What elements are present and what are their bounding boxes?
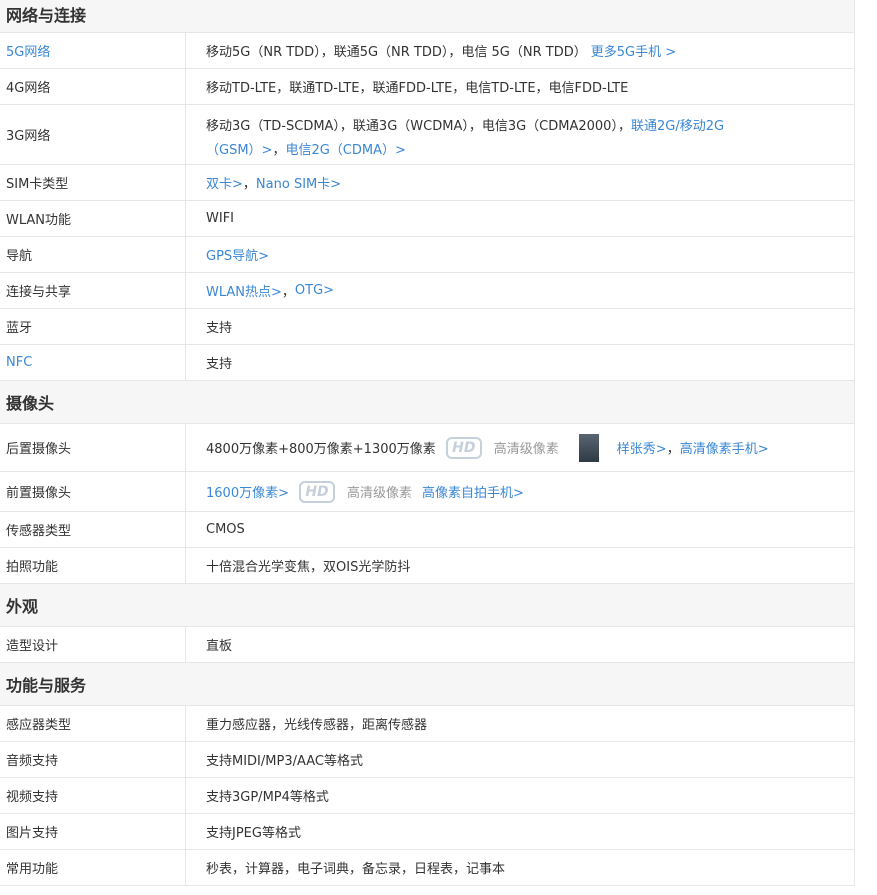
key-5g[interactable]: 5G网络 — [0, 33, 186, 68]
section-appearance: 外观 — [0, 584, 854, 627]
key-3g: 3G网络 — [0, 105, 186, 164]
wlan-hotspot-link[interactable]: WLAN热点> — [206, 281, 282, 300]
key-bt: 蓝牙 — [0, 309, 186, 344]
row-common: 常用功能 秒表，计算器，电子词典，备忘录，日程表，记事本 — [0, 850, 854, 886]
row-audio: 音频支持 支持MIDI/MP3/AAC等格式 — [0, 742, 854, 778]
value-5g: 移动5G（NR TDD），联通5G（NR TDD），电信 5G（NR TDD） — [206, 45, 587, 60]
key-nav: 导航 — [0, 237, 186, 272]
section-title: 功能与服务 — [6, 676, 87, 695]
row-share: 连接与共享 WLAN热点>， OTG> — [0, 273, 854, 309]
value-bt: 支持 — [206, 321, 233, 336]
sample-link[interactable]: 样张秀> — [617, 438, 667, 457]
row-sensors: 感应器类型 重力感应器，光线传感器，距离传感器 — [0, 706, 854, 742]
key-common: 常用功能 — [0, 850, 186, 885]
value-video: 支持3GP/MP4等格式 — [206, 790, 329, 805]
key-design: 造型设计 — [0, 627, 186, 662]
row-photo: 拍照功能 十倍混合光学变焦，双OIS光学防抖 — [0, 548, 854, 584]
value-photo: 十倍混合光学变焦，双OIS光学防抖 — [206, 560, 411, 575]
row-4g: 4G网络 移动TD-LTE，联通TD-LTE，联通FDD-LTE，电信TD-LT… — [0, 69, 854, 105]
value-image: 支持JPEG等格式 — [206, 826, 301, 841]
otg-link[interactable]: OTG> — [295, 283, 334, 298]
row-rear-camera: 后置摄像头 4800万像素+800万像素+1300万像素 HD 高清级像素 样张… — [0, 424, 854, 472]
row-nfc: NFC 支持 — [0, 345, 854, 381]
link-2g-cdma[interactable]: 电信2G（CDMA）> — [285, 143, 405, 158]
hd-icon: HD — [298, 480, 335, 503]
row-sim: SIM卡类型 双卡>， Nano SIM卡> — [0, 165, 854, 201]
hd-icon: HD — [445, 436, 482, 459]
key-photo: 拍照功能 — [0, 548, 186, 583]
value-sensor: CMOS — [206, 522, 245, 537]
key-video: 视频支持 — [0, 778, 186, 813]
spec-table: 网络与连接 5G网络 移动5G（NR TDD），联通5G（NR TDD），电信 … — [0, 0, 855, 886]
key-rear-camera: 后置摄像头 — [0, 424, 186, 471]
front-camera-link[interactable]: 1600万像素> — [206, 482, 289, 501]
key-image: 图片支持 — [0, 814, 186, 849]
row-nav: 导航 GPS导航> — [0, 237, 854, 273]
dual-sim-link[interactable]: 双卡> — [206, 173, 243, 192]
hd-phone-link[interactable]: 高清像素手机> — [680, 438, 769, 457]
key-wlan: WLAN功能 — [0, 201, 186, 236]
key-sensors: 感应器类型 — [0, 706, 186, 741]
row-image: 图片支持 支持JPEG等格式 — [0, 814, 854, 850]
section-title: 摄像头 — [6, 394, 55, 413]
key-share: 连接与共享 — [0, 273, 186, 308]
section-network: 网络与连接 — [0, 0, 854, 33]
section-title: 外观 — [6, 597, 39, 616]
section-title: 网络与连接 — [6, 6, 87, 25]
row-design: 造型设计 直板 — [0, 627, 854, 663]
sample-photo-thumbnail[interactable] — [578, 433, 599, 462]
more-5g-link[interactable]: 更多5G手机 > — [591, 41, 676, 60]
value-3g: 移动3G（TD-SCDMA），联通3G（WCDMA），电信3G（CDMA2000… — [206, 118, 631, 134]
row-3g: 3G网络 移动3G（TD-SCDMA），联通3G（WCDMA），电信3G（CDM… — [0, 105, 854, 165]
row-5g: 5G网络 移动5G（NR TDD），联通5G（NR TDD），电信 5G（NR … — [0, 33, 854, 69]
nano-sim-link[interactable]: Nano SIM卡> — [256, 173, 341, 192]
key-nfc[interactable]: NFC — [0, 345, 186, 380]
key-sim: SIM卡类型 — [0, 165, 186, 200]
key-sensor: 传感器类型 — [0, 512, 186, 547]
value-common: 秒表，计算器，电子词典，备忘录，日程表，记事本 — [206, 862, 506, 877]
value-wlan: WIFI — [206, 211, 234, 226]
hd-label: 高清级像素 — [493, 442, 559, 457]
value-4g: 移动TD-LTE，联通TD-LTE，联通FDD-LTE，电信TD-LTE，电信F… — [206, 81, 629, 96]
key-4g: 4G网络 — [0, 69, 186, 104]
key-front-camera: 前置摄像头 — [0, 472, 186, 511]
hd-label: 高清级像素 — [346, 486, 412, 501]
key-audio: 音频支持 — [0, 742, 186, 777]
value-audio: 支持MIDI/MP3/AAC等格式 — [206, 754, 363, 769]
section-camera: 摄像头 — [0, 381, 854, 424]
row-wlan: WLAN功能 WIFI — [0, 201, 854, 237]
value-design: 直板 — [206, 639, 233, 654]
value-rear-camera: 4800万像素+800万像素+1300万像素 — [206, 442, 436, 457]
selfie-phone-link[interactable]: 高像素自拍手机> — [422, 482, 524, 501]
row-front-camera: 前置摄像头 1600万像素> HD 高清级像素 高像素自拍手机> — [0, 472, 854, 512]
value-nfc: 支持 — [206, 357, 233, 372]
row-sensor: 传感器类型 CMOS — [0, 512, 854, 548]
row-video: 视频支持 支持3GP/MP4等格式 — [0, 778, 854, 814]
section-features: 功能与服务 — [0, 663, 854, 706]
value-sensors: 重力感应器，光线传感器，距离传感器 — [206, 718, 428, 733]
row-bt: 蓝牙 支持 — [0, 309, 854, 345]
gps-link[interactable]: GPS导航> — [206, 245, 269, 264]
